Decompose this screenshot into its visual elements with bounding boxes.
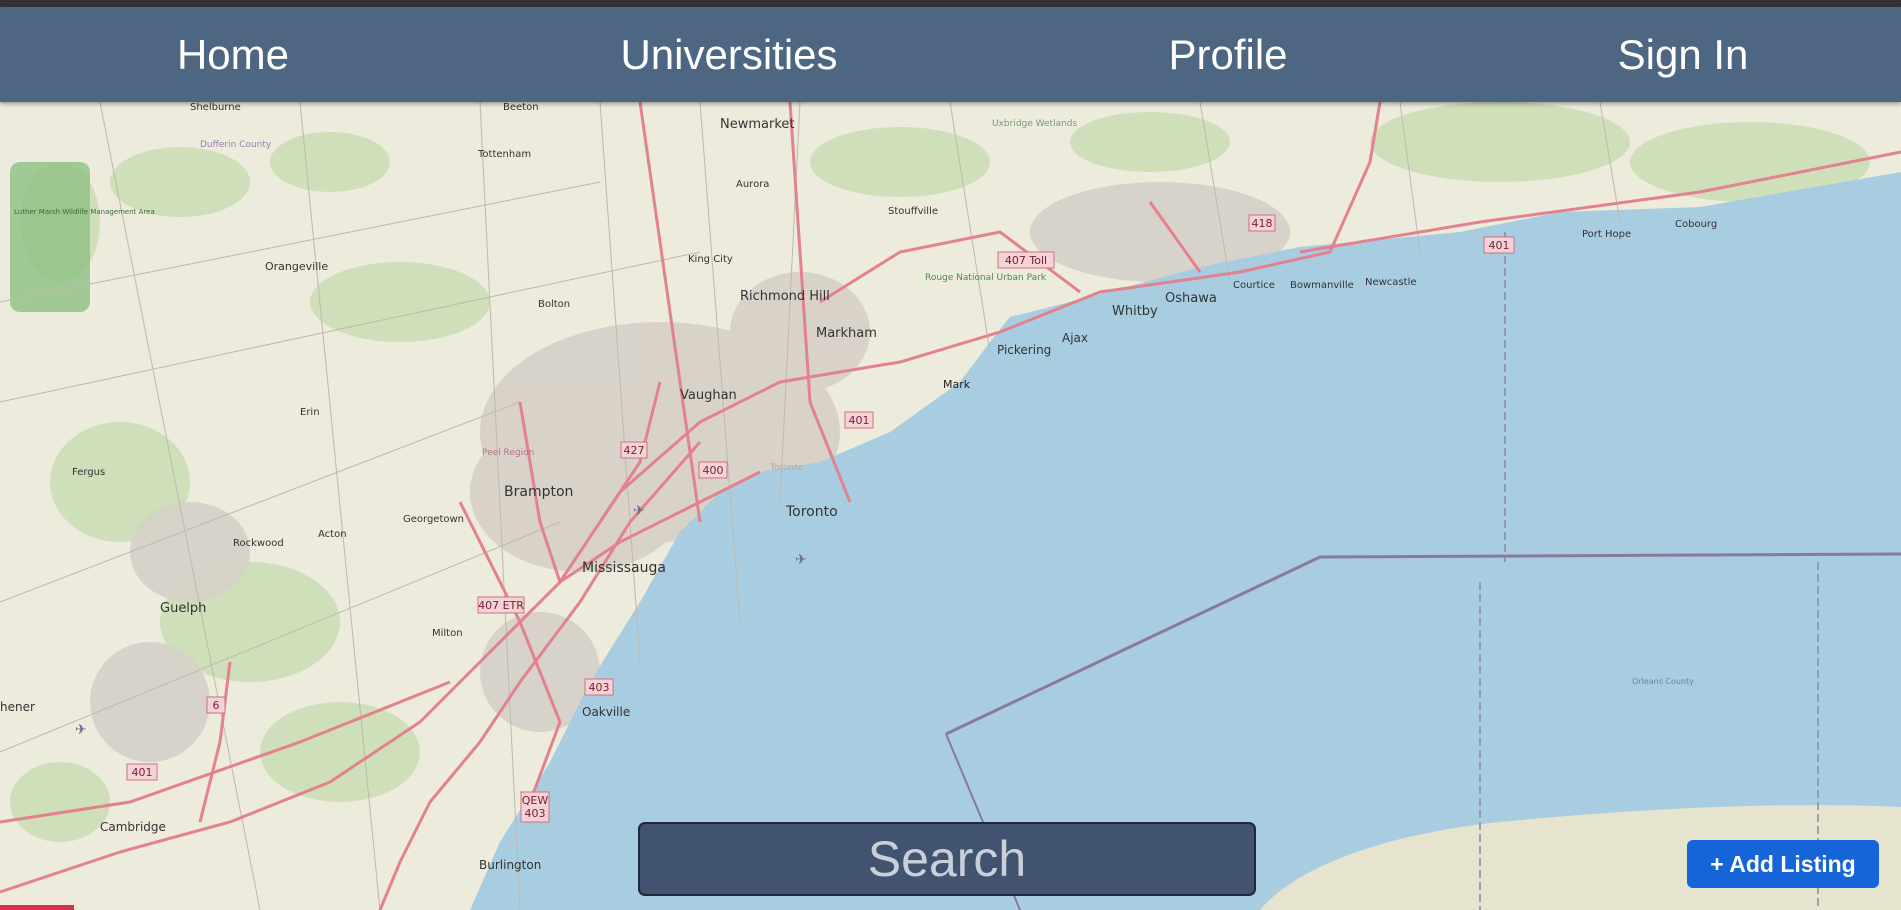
- label-tottenham: Tottenham: [477, 149, 531, 160]
- shield-401-west: 401: [132, 766, 153, 779]
- shield-418: 418: [1252, 217, 1273, 230]
- label-markham: Markham: [816, 326, 877, 341]
- label-newmarket: Newmarket: [720, 117, 795, 132]
- label-oakville: Oakville: [582, 705, 630, 719]
- shield-6: 6: [213, 699, 220, 712]
- label-mark: Mark: [943, 378, 971, 391]
- shield-401: 401: [849, 414, 870, 427]
- label-orleans-county: Orleans County: [1632, 677, 1694, 686]
- nav-profile[interactable]: Profile: [1168, 7, 1287, 102]
- label-rockwood: Rockwood: [233, 538, 284, 549]
- label-newcastle: Newcastle: [1365, 277, 1417, 288]
- shield-427: 427: [624, 444, 645, 457]
- label-stouffville: Stouffville: [888, 206, 938, 217]
- label-mississauga: Mississauga: [582, 560, 666, 576]
- nav-universities[interactable]: Universities: [620, 7, 837, 102]
- label-acton: Acton: [318, 529, 347, 540]
- nav-home[interactable]: Home: [177, 7, 289, 102]
- label-guelph: Guelph: [160, 601, 206, 616]
- label-uxbridge-wetlands: Uxbridge Wetlands: [992, 119, 1078, 129]
- label-fergus: Fergus: [72, 467, 105, 478]
- label-rouge-park: Rouge National Urban Park: [925, 273, 1047, 283]
- label-aurora: Aurora: [736, 179, 769, 190]
- label-brampton: Brampton: [504, 484, 573, 500]
- window-top-strip: [0, 0, 1901, 7]
- label-pickering: Pickering: [997, 343, 1051, 357]
- label-kitchener: hener: [0, 700, 35, 714]
- label-georgetown: Georgetown: [403, 514, 464, 525]
- map-view[interactable]: 418 407 Toll 401 401 427 400 407 ETR 403…: [0, 102, 1901, 910]
- label-beeton: Beeton: [503, 102, 539, 113]
- search-input[interactable]: Search: [638, 822, 1256, 896]
- label-cobourg: Cobourg: [1675, 219, 1717, 230]
- label-erin: Erin: [300, 407, 320, 418]
- map-canvas[interactable]: 418 407 Toll 401 401 427 400 407 ETR 403…: [0, 102, 1901, 910]
- label-king-city: King City: [688, 254, 733, 265]
- label-dufferin-county: Dufferin County: [200, 140, 272, 150]
- label-milton: Milton: [432, 628, 463, 639]
- label-cambridge: Cambridge: [100, 820, 166, 834]
- label-vaughan: Vaughan: [680, 388, 737, 403]
- label-richmond-hill: Richmond Hill: [740, 289, 830, 304]
- label-whitby: Whitby: [1112, 304, 1158, 319]
- shield-qew-403: 403: [525, 807, 546, 820]
- label-toronto-district: Toronto: [769, 463, 804, 473]
- corner-indicator: [0, 905, 74, 910]
- label-bowmanville: Bowmanville: [1290, 280, 1354, 291]
- shield-403: 403: [589, 681, 610, 694]
- shield-qew: QEW: [522, 794, 549, 807]
- label-burlington: Burlington: [479, 858, 541, 872]
- label-oshawa: Oshawa: [1165, 291, 1217, 306]
- shield-400: 400: [703, 464, 724, 477]
- airport-icon: ✈: [633, 502, 645, 518]
- label-luther-marsh: Luther Marsh Wildlife Management Area: [14, 208, 155, 216]
- label-shelburne: Shelburne: [190, 102, 241, 113]
- label-ajax: Ajax: [1062, 331, 1088, 345]
- nav-sign-in[interactable]: Sign In: [1618, 7, 1749, 102]
- label-bolton: Bolton: [538, 299, 570, 310]
- airport-icon: ✈: [75, 721, 87, 737]
- top-navbar: Home Universities Profile Sign In: [0, 7, 1901, 102]
- shield-407-toll: 407 Toll: [1005, 254, 1047, 267]
- airport-icon: ✈: [795, 551, 807, 567]
- add-listing-button[interactable]: + Add Listing: [1687, 840, 1879, 888]
- label-courtice: Courtice: [1233, 280, 1275, 291]
- label-port-hope: Port Hope: [1582, 229, 1631, 240]
- label-toronto: Toronto: [785, 504, 838, 520]
- shield-407-etr: 407 ETR: [478, 599, 524, 612]
- shield-401-east: 401: [1489, 239, 1510, 252]
- map-wildlife-area: [10, 162, 90, 312]
- label-orangeville: Orangeville: [265, 260, 328, 273]
- label-peel-region: Peel Region: [482, 448, 534, 458]
